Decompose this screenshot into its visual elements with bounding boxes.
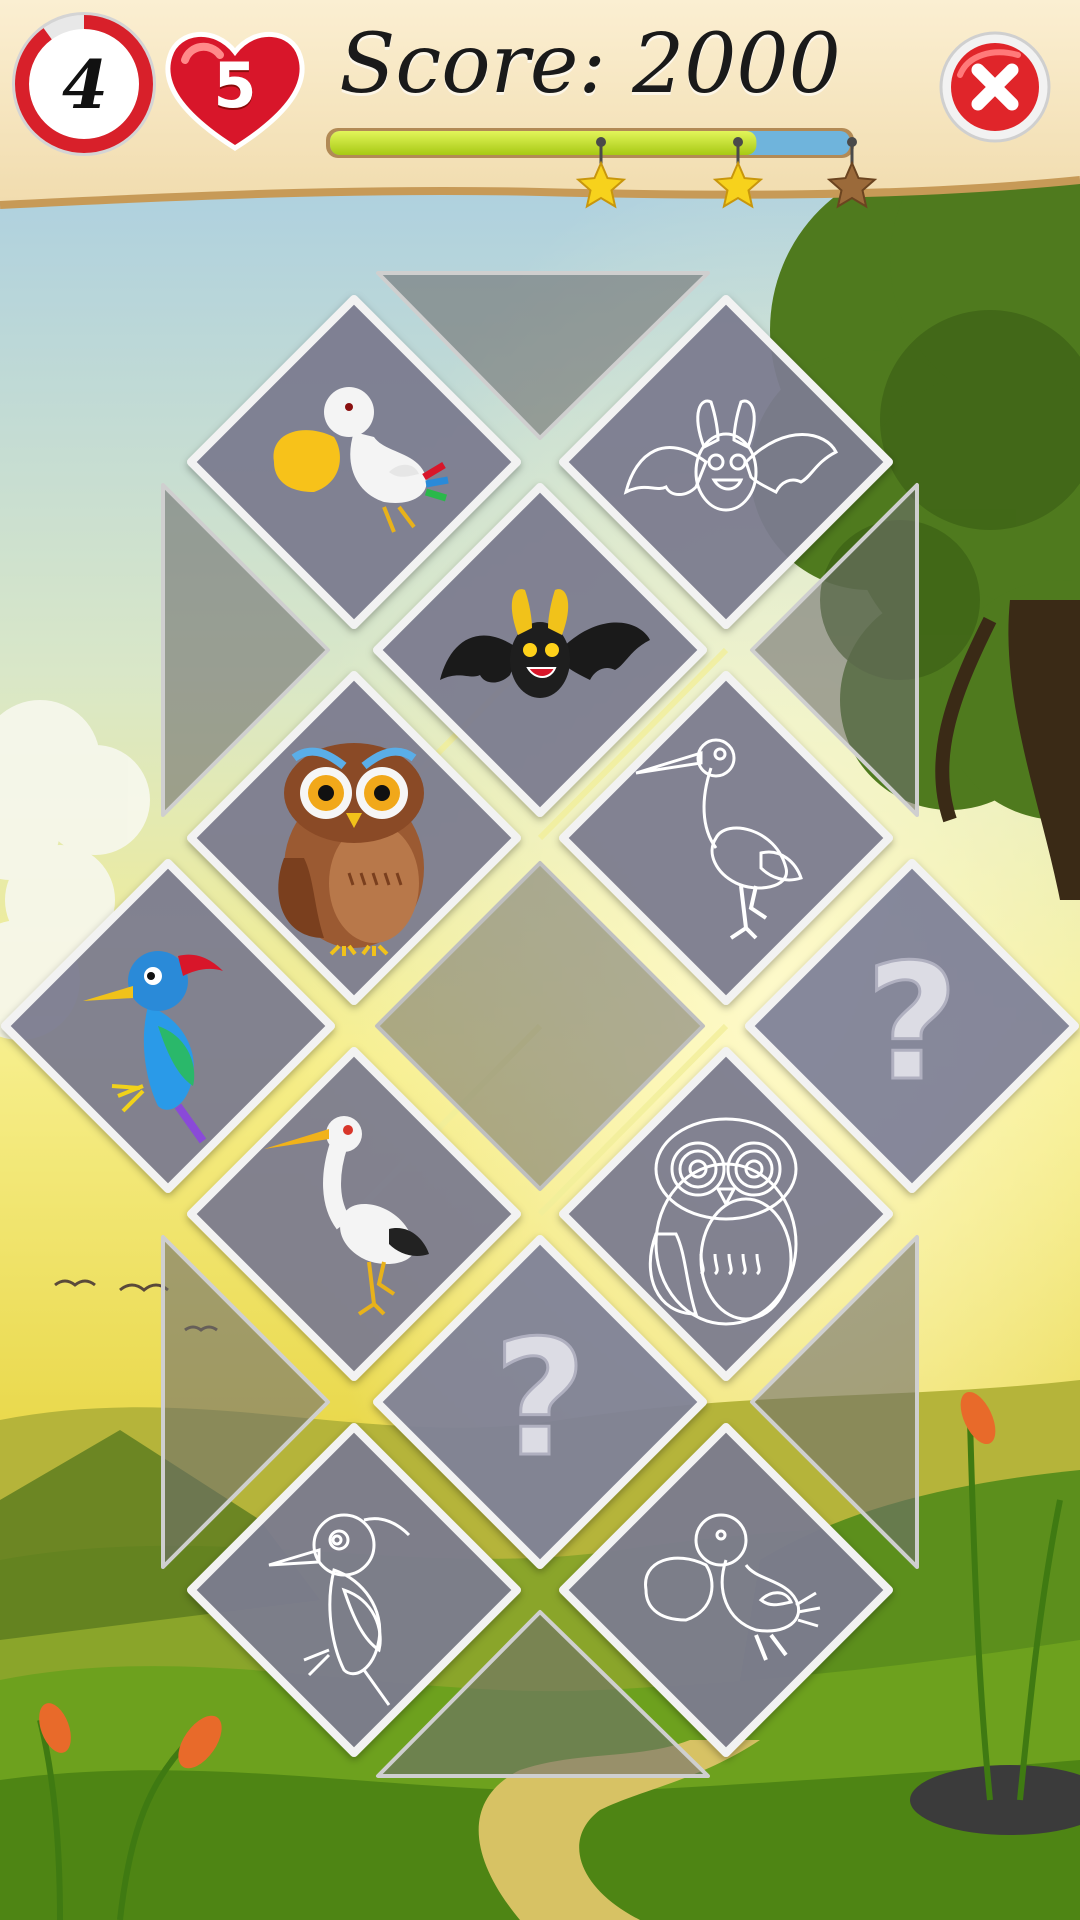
progress-bar [326, 128, 854, 158]
score-label: Score: 2000 [339, 17, 841, 112]
owl-icon [278, 743, 424, 956]
lives-value: 5 [213, 49, 257, 122]
progress-fill [330, 131, 757, 155]
question-mark: ? [866, 929, 959, 1116]
close-button[interactable] [938, 30, 1052, 144]
question-mark: ? [494, 1305, 587, 1492]
timer-value: 4 [62, 46, 108, 124]
